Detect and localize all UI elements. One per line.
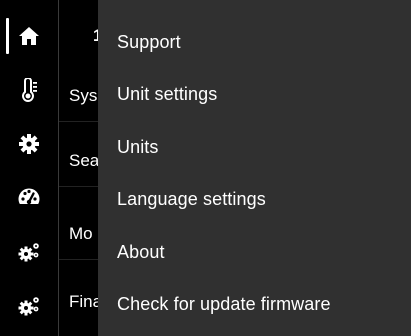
menu-item-support[interactable]: Support bbox=[98, 16, 411, 68]
thermometer-icon bbox=[22, 78, 37, 102]
gears-icon bbox=[18, 243, 39, 262]
menu-item-units[interactable]: Units bbox=[98, 121, 411, 173]
gauge-icon bbox=[17, 188, 41, 209]
nav-finalize[interactable] bbox=[0, 282, 58, 330]
nav-settings[interactable] bbox=[0, 120, 58, 168]
home-icon bbox=[19, 27, 39, 45]
nav-temperature[interactable] bbox=[0, 66, 58, 114]
nav-rail bbox=[0, 0, 58, 336]
nav-home[interactable] bbox=[0, 12, 58, 60]
menu-item-check-firmware-update[interactable]: Check for update firmware bbox=[98, 278, 411, 330]
nav-advanced[interactable] bbox=[0, 228, 58, 276]
nav-dashboard[interactable] bbox=[0, 174, 58, 222]
app-screen: 1 Sys Sea Mo Fina Support Unit settings … bbox=[0, 0, 411, 336]
menu-item-unit-settings[interactable]: Unit settings bbox=[98, 68, 411, 120]
menu-item-about[interactable]: About bbox=[98, 226, 411, 278]
gear-icon bbox=[19, 134, 39, 154]
menu-item-language-settings[interactable]: Language settings bbox=[98, 173, 411, 225]
gears-icon bbox=[18, 297, 39, 316]
overflow-menu: Support Unit settings Units Language set… bbox=[98, 0, 411, 336]
